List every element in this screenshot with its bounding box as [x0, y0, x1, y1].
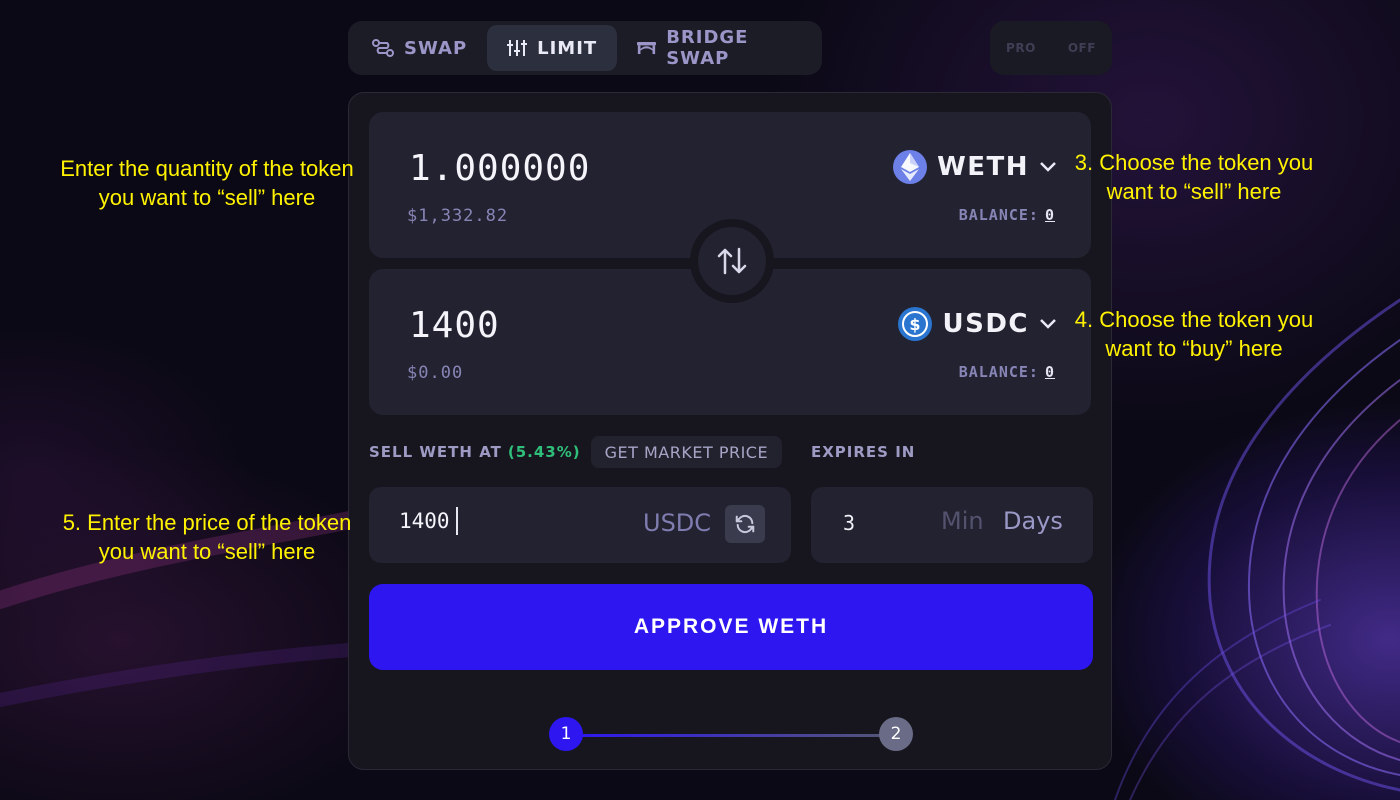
chevron-down-icon	[1040, 162, 1056, 172]
sell-at-label: SELL WETH AT	[369, 443, 502, 461]
annotation-buy-token-line2: want to “buy” here	[1105, 336, 1283, 361]
invert-price-button[interactable]	[725, 505, 765, 543]
tab-limit[interactable]: LIMIT	[487, 25, 618, 71]
annotation-quantity-line2: you want to “sell” here	[98, 185, 316, 210]
buy-balance: BALANCE: 0	[959, 363, 1055, 381]
ethereum-icon	[893, 150, 928, 184]
sell-amount-input[interactable]: 1.000000	[409, 148, 590, 189]
pro-toggle-off: OFF	[1067, 41, 1096, 55]
sell-balance-value[interactable]: 0	[1045, 206, 1055, 224]
get-market-price-button[interactable]: GET MARKET PRICE	[590, 436, 783, 468]
expires-value-input[interactable]: 3	[843, 511, 855, 535]
annotation-price-line1: 5. Enter the price of the token	[62, 510, 352, 535]
route-icon	[372, 39, 394, 57]
text-caret	[456, 507, 458, 535]
usdc-icon: $	[898, 307, 933, 341]
chevron-down-icon	[1040, 319, 1056, 329]
annotation-buy-token: 4. Choose the token you want to “buy” he…	[1060, 305, 1328, 363]
svg-text:$: $	[910, 315, 921, 334]
buy-amount-input[interactable]: 1400	[409, 305, 500, 346]
annotation-price-line2: you want to “sell” here	[98, 539, 316, 564]
step-1-indicator: 1	[549, 717, 583, 751]
approve-button[interactable]: APPROVE WETH	[369, 584, 1093, 670]
buy-balance-label: BALANCE:	[958, 363, 1039, 381]
annotation-sell-token-line1: 3. Choose the token you	[1074, 150, 1314, 175]
limit-price-unit: USDC	[643, 509, 712, 537]
flip-button-ring	[690, 219, 774, 303]
swap-arrows-icon	[717, 247, 747, 275]
expires-unit-days[interactable]: Days	[1003, 507, 1063, 535]
annotation-price: 5. Enter the price of the token you want…	[40, 508, 374, 566]
buy-token-symbol: USDC	[942, 309, 1029, 339]
bridge-icon	[637, 41, 657, 55]
buy-balance-value[interactable]: 0	[1045, 363, 1055, 381]
expires-field: 3 Min Days	[811, 487, 1093, 563]
steps-connector	[567, 734, 895, 737]
pro-toggle-pro: PRO	[1006, 41, 1036, 55]
progress-steps: 1 2	[549, 717, 913, 753]
tab-swap[interactable]: SWAP	[352, 25, 487, 71]
refresh-icon	[735, 514, 755, 534]
expires-in-label: EXPIRES IN	[811, 443, 916, 461]
mode-tabs: SWAP LIMIT BRIDGE SWAP	[348, 21, 822, 75]
limit-price-label-row: SELL WETH AT (5.43%) GET MARKET PRICE	[369, 436, 783, 468]
limit-order-card: 1.000000 $1,332.82 WETH BALANCE: 0 1400 …	[348, 92, 1112, 770]
annotation-sell-token-line2: want to “sell” here	[1106, 179, 1282, 204]
tab-limit-label: LIMIT	[537, 37, 598, 59]
tab-bridge-swap[interactable]: BRIDGE SWAP	[617, 25, 818, 71]
annotation-sell-token: 3. Choose the token you want to “sell” h…	[1060, 148, 1328, 206]
sell-token-select[interactable]: WETH	[893, 150, 1057, 184]
sliders-icon	[507, 40, 528, 56]
limit-price-input[interactable]: 1400	[399, 509, 599, 533]
annotation-buy-token-line1: 4. Choose the token you	[1074, 307, 1314, 332]
tab-bridge-swap-label: BRIDGE SWAP	[666, 27, 749, 69]
flip-tokens-button[interactable]	[698, 227, 766, 295]
expires-unit-min[interactable]: Min	[941, 507, 984, 535]
price-diff-percent: (5.43%)	[507, 443, 581, 461]
pro-mode-toggle[interactable]: PRO OFF	[990, 21, 1112, 75]
annotation-quantity-line1: Enter the quantity of the token	[60, 156, 354, 181]
buy-usd-value: $0.00	[407, 363, 464, 383]
buy-token-select[interactable]: $ USDC	[898, 307, 1057, 341]
step-2-indicator: 2	[879, 717, 913, 751]
sell-balance: BALANCE: 0	[959, 206, 1055, 224]
sell-token-symbol: WETH	[937, 152, 1029, 182]
annotation-quantity: Enter the quantity of the token you want…	[40, 154, 374, 212]
sell-balance-label: BALANCE:	[958, 206, 1039, 224]
limit-price-field[interactable]: 1400 USDC	[369, 487, 791, 563]
sell-usd-value: $1,332.82	[407, 206, 509, 226]
tab-swap-label: SWAP	[404, 37, 468, 59]
